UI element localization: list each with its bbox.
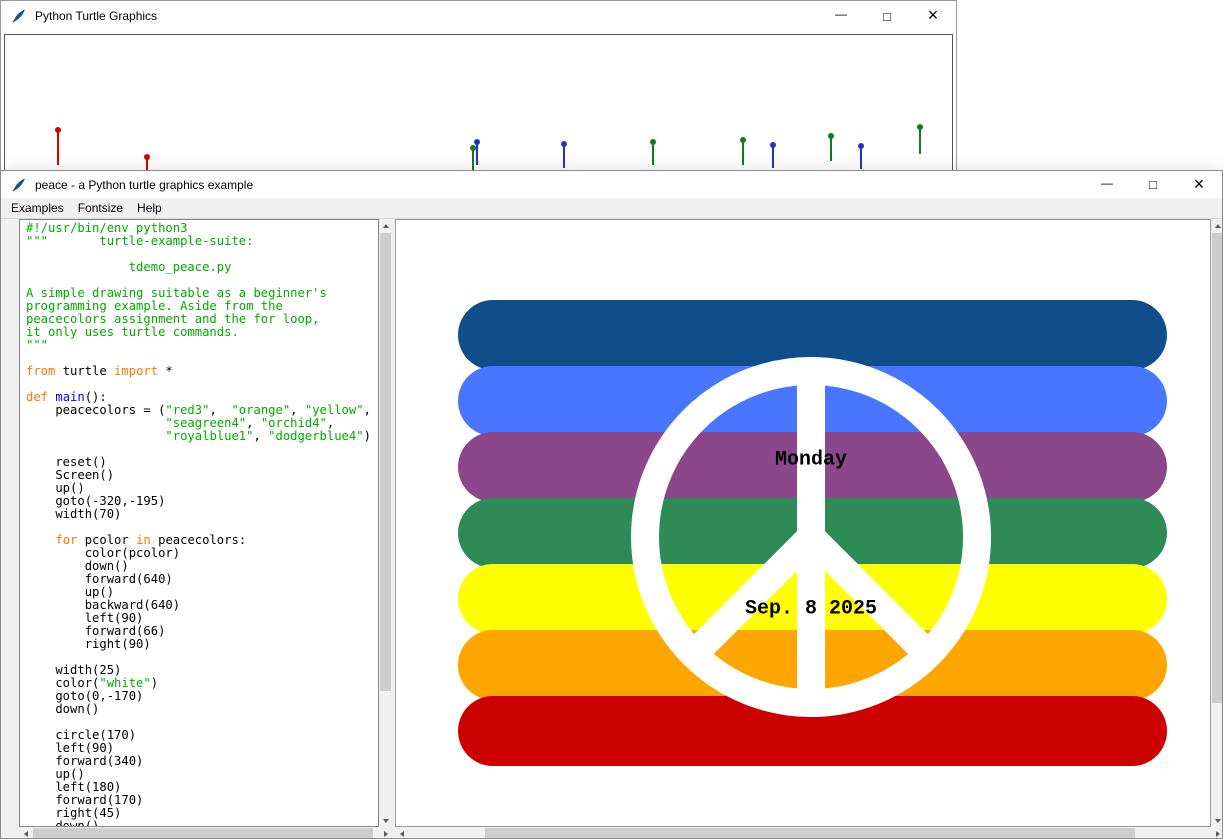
main-minimize-button[interactable]: —	[1084, 171, 1130, 198]
arrow-down-icon	[1215, 819, 1221, 823]
peace-diagonal-left	[694, 537, 811, 654]
close-icon: ×	[928, 6, 939, 24]
arrow-up-icon	[1215, 224, 1221, 228]
scroll-up-button[interactable]	[1211, 219, 1223, 232]
bg-maximize-button[interactable]: □	[864, 1, 910, 31]
close-icon: ×	[1194, 175, 1205, 193]
code-horizontal-scrollbar[interactable]	[19, 827, 392, 839]
code-editor[interactable]: #!/usr/bin/env python3""" turtle-example…	[19, 219, 379, 827]
canvas-hscroll-thumb[interactable]	[485, 828, 1135, 839]
arrow-left-icon	[24, 831, 28, 837]
arrow-up-icon	[383, 224, 389, 228]
canvas-vertical-scrollbar[interactable]	[1211, 219, 1223, 827]
bg-minimize-button[interactable]: —	[818, 1, 864, 31]
arrow-left-icon	[400, 831, 404, 837]
scroll-up-button[interactable]	[379, 219, 392, 232]
code-lines: #!/usr/bin/env python3""" turtle-example…	[26, 222, 378, 827]
minimize-icon: —	[835, 8, 847, 20]
canvas-text-weekday: Monday	[775, 449, 847, 472]
menu-item-fontsize[interactable]: Fontsize	[71, 198, 130, 218]
menubar: Examples Fontsize Help	[1, 198, 1222, 219]
peace-diagonal-right	[811, 537, 928, 654]
scroll-left-button[interactable]	[19, 827, 32, 839]
minimize-icon: —	[1101, 177, 1113, 189]
code-vscroll-thumb[interactable]	[380, 233, 391, 691]
menu-item-examples[interactable]: Examples	[4, 198, 71, 218]
scroll-right-button[interactable]	[1211, 827, 1223, 839]
scroll-left-button[interactable]	[395, 827, 408, 839]
arrow-down-icon	[383, 819, 389, 823]
code-hscroll-thumb[interactable]	[33, 828, 373, 839]
main-window-title: peace - a Python turtle graphics example	[35, 178, 253, 192]
bg-window-title: Python Turtle Graphics	[35, 9, 157, 23]
scroll-right-button[interactable]	[379, 827, 392, 839]
canvas-horizontal-scrollbar[interactable]	[395, 827, 1223, 839]
scroll-down-button[interactable]	[1211, 814, 1223, 827]
maximize-icon: □	[1149, 178, 1157, 191]
main-titlebar[interactable]: peace - a Python turtle graphics example…	[1, 171, 1222, 198]
arrow-right-icon	[384, 831, 388, 837]
canvas-text-date: Sep. 8 2025	[745, 598, 877, 621]
maximize-icon: □	[883, 10, 891, 23]
peace-symbol	[396, 220, 1211, 827]
peace-demo-window: peace - a Python turtle graphics example…	[0, 170, 1223, 839]
main-maximize-button[interactable]: □	[1130, 171, 1176, 198]
turtle-canvas[interactable]: Monday Sep. 8 2025	[395, 219, 1211, 827]
menu-item-help[interactable]: Help	[130, 198, 169, 218]
scroll-down-button[interactable]	[379, 814, 392, 827]
app-icon	[11, 8, 27, 24]
canvas-vscroll-thumb[interactable]	[1212, 233, 1223, 703]
app-icon	[11, 177, 27, 193]
arrow-right-icon	[1216, 831, 1220, 837]
code-vertical-scrollbar[interactable]	[379, 219, 392, 827]
bg-titlebar[interactable]: Python Turtle Graphics — □ ×	[1, 1, 956, 31]
main-close-button[interactable]: ×	[1176, 171, 1222, 198]
bg-close-button[interactable]: ×	[910, 1, 956, 31]
